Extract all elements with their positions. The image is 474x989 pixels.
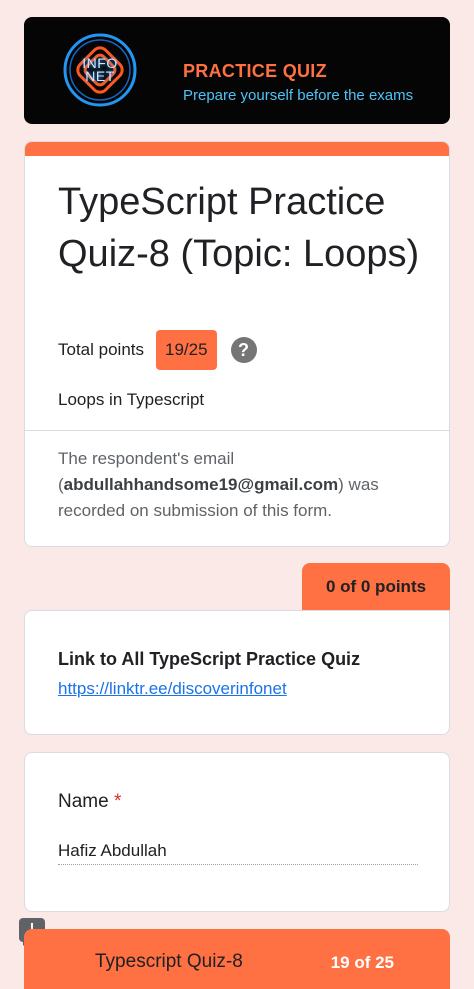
score-badge: 19/25 (156, 330, 217, 370)
quiz-header-card: TypeScript Practice Quiz-8 (Topic: Loops… (24, 141, 450, 547)
total-points-row: Total points 19/25 ? (58, 330, 257, 370)
link-card: Link to All TypeScript Practice Quiz htt… (24, 610, 450, 735)
quiz-banner: INFO NET PRACTICE QUIZ Prepare yourself … (24, 17, 450, 124)
next-section-score: 19 of 25 (330, 953, 394, 972)
quiz-title: TypeScript Practice Quiz-8 (Topic: Loops… (58, 181, 420, 275)
required-asterisk: * (113, 791, 122, 812)
name-label-text: Name (58, 791, 109, 812)
link-card-title: Link to All TypeScript Practice Quiz (58, 649, 361, 669)
section-points-badge: 0 of 0 points (302, 563, 450, 610)
name-answer: Hafiz Abdullah (58, 841, 167, 860)
total-points-label: Total points (58, 340, 144, 359)
next-section-header: Typescript Quiz-8 19 of 25 (24, 929, 450, 989)
name-question-card: Name * Hafiz Abdullah (24, 752, 450, 912)
divider (25, 430, 449, 431)
answer-underline (58, 864, 418, 865)
practice-quiz-link[interactable]: https://linktr.ee/discoverinfonet (58, 679, 287, 699)
help-icon[interactable]: ? (230, 337, 257, 363)
banner-title: PRACTICE QUIZ (183, 61, 327, 81)
name-question-label: Name * (58, 791, 121, 813)
respondent-email: abdullahhandsome19@gmail.com (63, 475, 339, 494)
email-recorded-note: The respondent's email (abdullahhandsome… (58, 446, 418, 524)
infonet-logo: INFO NET (62, 32, 138, 108)
logo-text-bottom: NET (85, 68, 115, 84)
banner-subtitle: Prepare yourself before the exams (183, 87, 414, 104)
quiz-description: Loops in Typescript (58, 390, 205, 409)
accent-bar (25, 142, 449, 156)
next-section-title: Typescript Quiz-8 (95, 951, 243, 972)
